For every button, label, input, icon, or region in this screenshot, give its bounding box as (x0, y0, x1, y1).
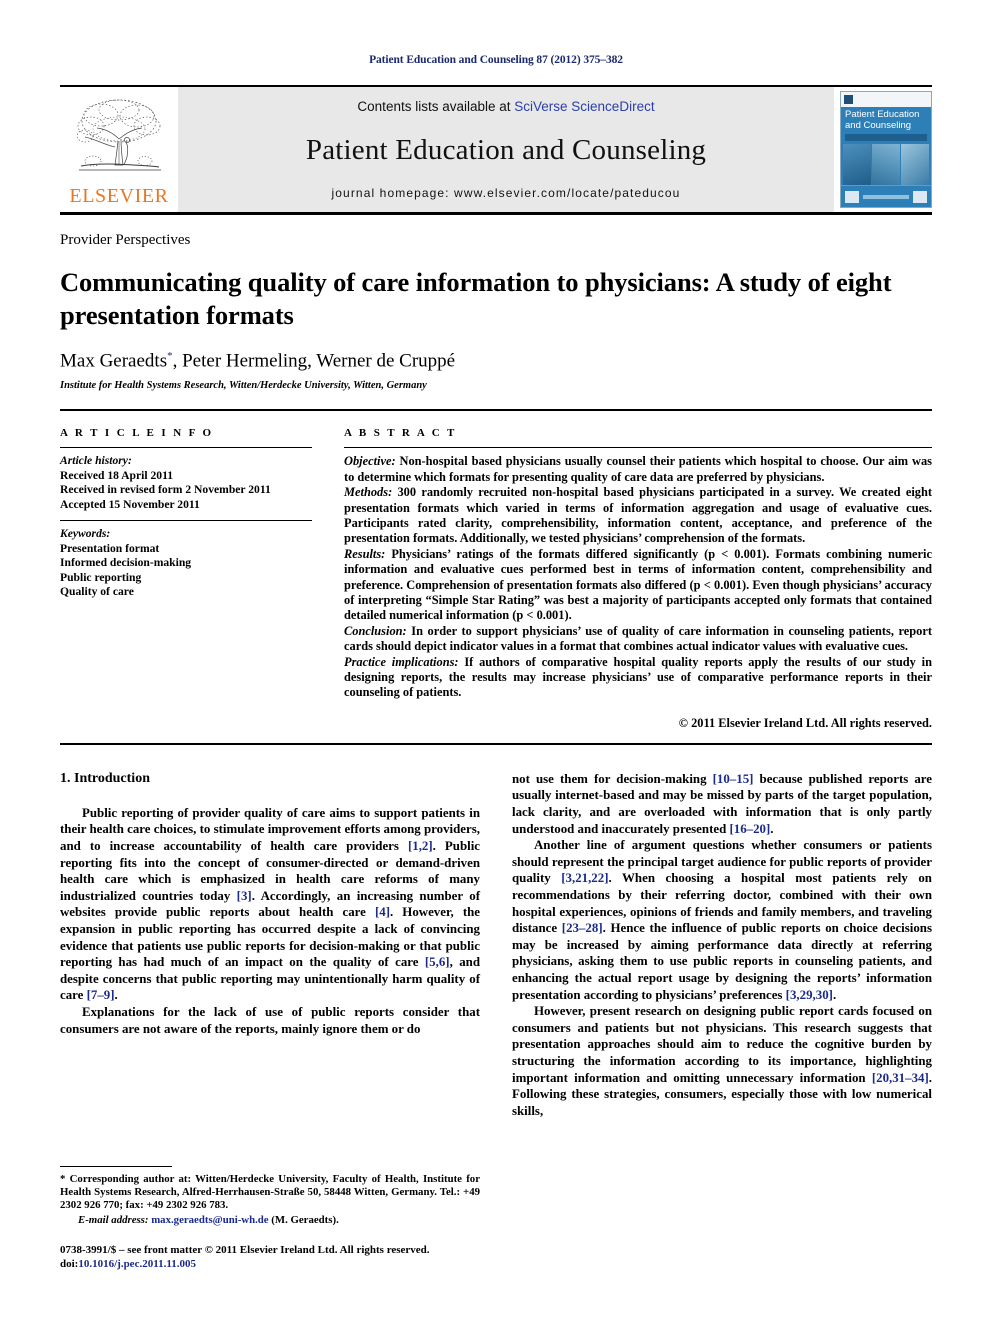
intro-paragraph-2: Explanations for the lack of use of publ… (60, 1004, 480, 1036)
body-columns: 1. Introduction Public reporting of prov… (60, 771, 932, 1271)
abstract-practice-implications: Practice implications: If authors of com… (344, 655, 932, 701)
history-item: Received 18 April 2011 (60, 468, 174, 482)
cover-logo-left-icon (845, 190, 859, 203)
info-abstract-section: A R T I C L E I N F O Article history: R… (60, 427, 932, 731)
abstract-methods: Methods: 300 randomly recruited non-hosp… (344, 485, 932, 547)
citation-reference[interactable]: [4] (375, 905, 390, 919)
abstract-results: Results: Physicians’ ratings of the form… (344, 547, 932, 624)
keyword-item: Quality of care (60, 585, 134, 599)
citation-reference[interactable]: [10–15] (713, 772, 754, 786)
abstract-methods-text: 300 randomly recruited non-hospital base… (344, 485, 932, 546)
elsevier-tree-icon (68, 92, 170, 184)
abstract-conclusion-text: In order to support physicians’ use of q… (344, 623, 932, 654)
citation-reference[interactable]: [3,21,22] (561, 871, 608, 885)
abstract-column: A B S T R A C T Objective: Non-hospital … (344, 427, 932, 731)
body-column-right: not use them for decision-making [10–15]… (512, 771, 932, 1271)
cover-footer (841, 185, 931, 207)
cover-topbar (841, 92, 931, 107)
doi-line: doi:10.1016/j.pec.2011.11.005 (60, 1257, 480, 1271)
abstract-results-label: Results: (344, 546, 386, 561)
footnote-zone: * Corresponding author at: Witten/Herdec… (60, 1166, 480, 1271)
abstract-copyright: © 2011 Elsevier Ireland Ltd. All rights … (678, 715, 932, 730)
abstract-bottom-divider (60, 742, 932, 745)
page-title: Communicating quality of care informatio… (60, 267, 892, 330)
cover-title: Patient Education and Counseling (841, 107, 931, 132)
header-divider (60, 409, 932, 412)
cover-logo-right-icon (913, 190, 927, 203)
body-paragraph-right-2: Another line of argument questions wheth… (512, 838, 932, 1002)
cover-title-line1: Patient Education (845, 109, 920, 120)
citation-reference[interactable]: [7–9] (87, 988, 115, 1002)
abstract-results-text: Physicians’ ratings of the formats diffe… (344, 546, 932, 623)
article-page: Patient Education and Counseling 87 (201… (0, 0, 992, 1323)
elsevier-wordmark: ELSEVIER (69, 185, 169, 207)
abstract-objective-text: Non-hospital based physicians usually co… (344, 454, 932, 484)
sciencedirect-link[interactable]: SciVerse ScienceDirect (514, 99, 654, 114)
article-section-label: Provider Perspectives (60, 232, 191, 248)
journal-cover-thumbnail: Patient Education and Counseling (840, 91, 932, 208)
author-first: Max Geraedts (60, 350, 168, 372)
article-history-block: Article history: Received 18 April 2011 … (60, 454, 312, 512)
cover-footer-text (863, 194, 909, 199)
body-column-left: 1. Introduction Public reporting of prov… (60, 771, 480, 1271)
journal-title: Patient Education and Counseling (305, 133, 707, 166)
authors-remaining: , Peter Hermeling, Werner de Cruppé (172, 350, 456, 372)
cover-title-line2: and Counseling (845, 119, 912, 131)
citation-reference[interactable]: [5,6] (425, 955, 450, 969)
keywords-label: Keywords: (60, 527, 111, 541)
keywords-block: Keywords: Presentation format Informed d… (60, 527, 312, 600)
email-label: E-mail address: (78, 1213, 149, 1226)
history-item: Accepted 15 November 2011 (60, 497, 200, 511)
citation-reference[interactable]: [20,31–34] (872, 1071, 929, 1085)
keyword-item: Informed decision-making (60, 556, 192, 570)
keyword-item: Public reporting (60, 570, 142, 584)
running-head: Patient Education and Counseling 87 (201… (369, 54, 623, 66)
doi-link[interactable]: 10.1016/j.pec.2011.11.005 (78, 1258, 196, 1270)
keyword-item: Presentation format (60, 541, 160, 555)
citation-reference[interactable]: [16–20] (729, 822, 770, 836)
citation-reference[interactable]: [1,2] (408, 839, 433, 853)
email-suffix: (M. Geraedts). (268, 1213, 339, 1226)
introduction-heading: 1. Introduction (60, 770, 150, 786)
contents-lists-line: Contents lists available at SciVerse Sci… (357, 99, 654, 114)
elsevier-logo: ELSEVIER (60, 87, 178, 212)
history-item: Received in revised form 2 November 2011 (60, 483, 271, 497)
article-history-label: Article history: (60, 454, 132, 468)
abstract-conclusion: Conclusion: In order to support physicia… (344, 624, 932, 655)
abstract-heading: A B S T R A C T (344, 427, 457, 440)
citation-reference[interactable]: [3,29,30] (786, 988, 833, 1002)
article-info-column: A R T I C L E I N F O Article history: R… (60, 427, 312, 731)
author-list: Max Geraedts*, Peter Hermeling, Werner d… (60, 350, 932, 372)
abstract-body: Objective: Non-hospital based physicians… (344, 454, 932, 701)
citation-reference[interactable]: [23–28] (562, 921, 603, 935)
doi-label: doi: (60, 1257, 79, 1270)
abstract-divider (344, 447, 932, 449)
issn-line: 0738-3991/$ – see front matter © 2011 El… (60, 1243, 430, 1256)
journal-masthead: ELSEVIER Contents lists available at Sci… (60, 85, 932, 215)
abstract-objective-label: Objective: (344, 454, 396, 469)
footnote-rule (60, 1166, 172, 1168)
article-info-divider (60, 447, 312, 449)
body-paragraph-right-3: However, present research on designing p… (512, 1004, 932, 1118)
cover-elsevier-mark-icon (844, 95, 853, 104)
abstract-practice-label: Practice implications: (344, 654, 459, 669)
author-affiliation: Institute for Health Systems Research, W… (60, 380, 427, 392)
intro-paragraph-1: Public reporting of provider quality of … (60, 805, 481, 1003)
cover-subtitle-bar (845, 134, 927, 141)
journal-homepage-line[interactable]: journal homepage: www.elsevier.com/locat… (332, 186, 681, 200)
email-link[interactable]: max.geraedts@uni-wh.de (151, 1214, 268, 1226)
journal-band: Contents lists available at SciVerse Sci… (178, 87, 834, 212)
citation-reference[interactable]: [3] (237, 889, 252, 903)
article-info-heading: A R T I C L E I N F O (60, 427, 214, 440)
email-footnote: E-mail address: max.geraedts@uni-wh.de (… (60, 1214, 480, 1227)
body-paragraph-right-1: not use them for decision-making [10–15]… (512, 771, 932, 836)
abstract-objective: Objective: Non-hospital based physicians… (344, 454, 932, 485)
keywords-divider (60, 520, 312, 522)
contents-prefix: Contents lists available at (357, 99, 515, 114)
abstract-methods-label: Methods: (344, 485, 393, 500)
abstract-conclusion-label: Conclusion: (344, 623, 407, 638)
issn-copyright-block: 0738-3991/$ – see front matter © 2011 El… (60, 1243, 480, 1271)
corresponding-author-footnote: * Corresponding author at: Witten/Herdec… (60, 1173, 480, 1212)
